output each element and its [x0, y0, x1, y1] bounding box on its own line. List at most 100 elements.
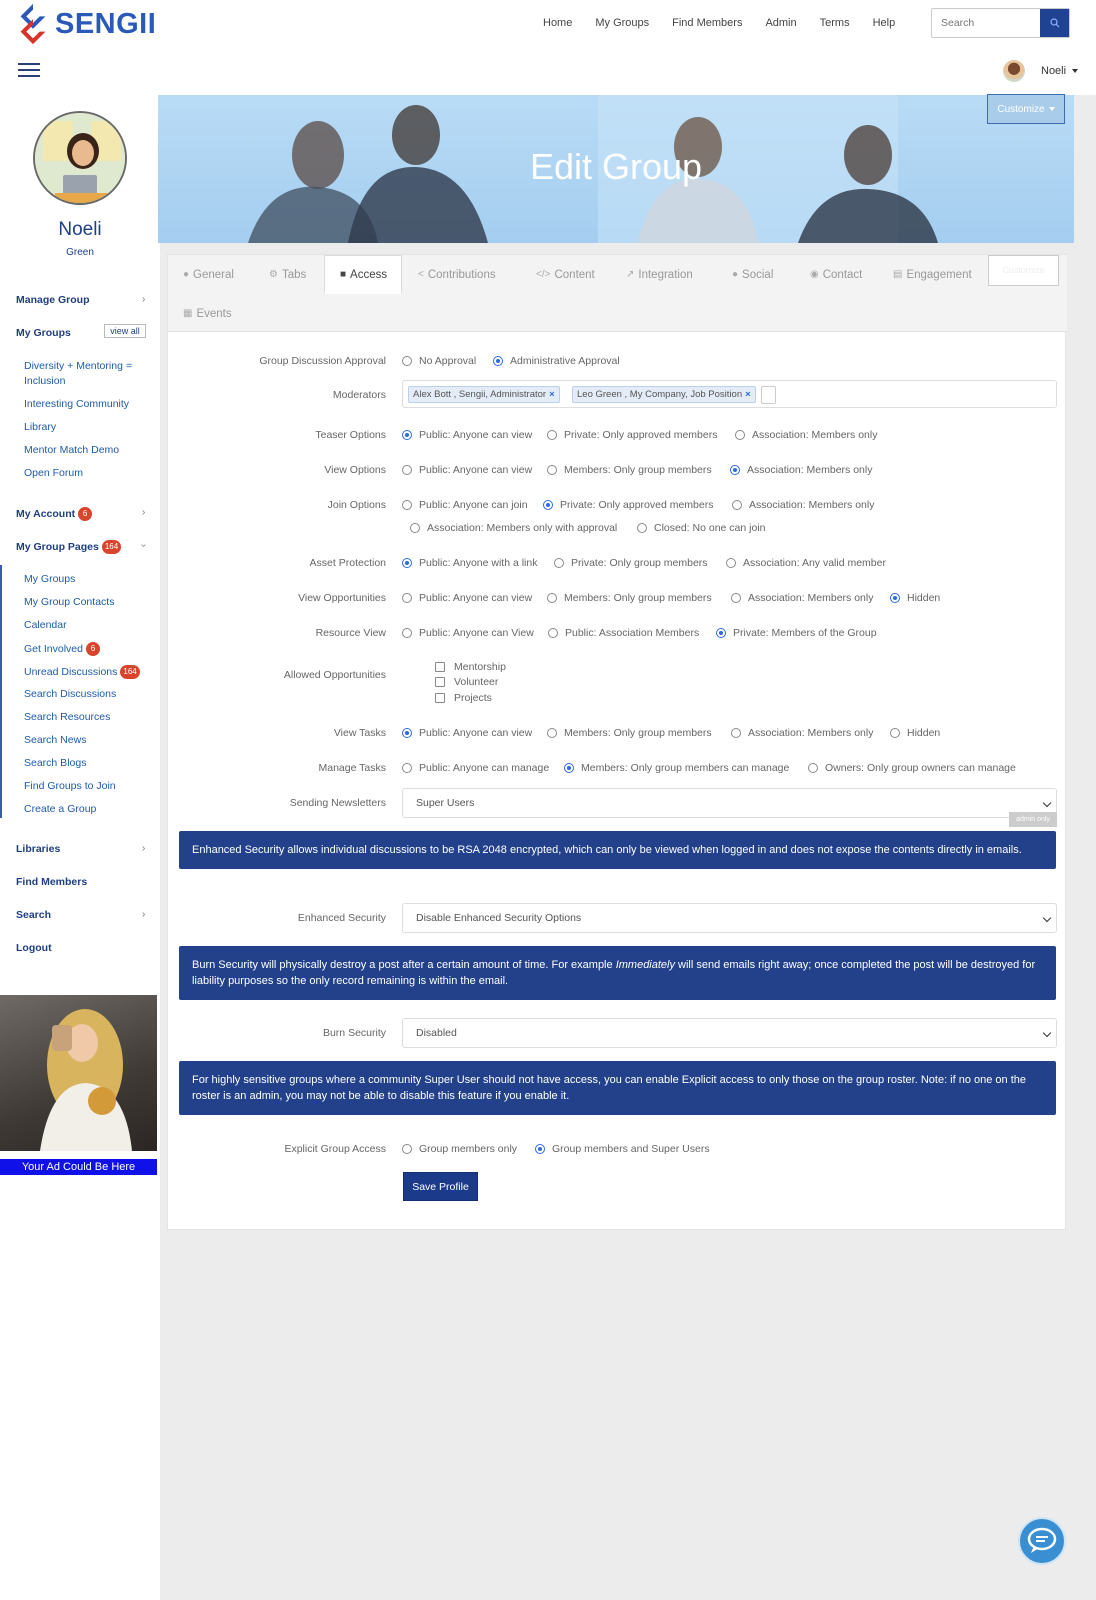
profile-avatar[interactable]	[33, 111, 127, 205]
moderator-tag[interactable]: Alex Bott , Sengii, Administrator ×	[408, 386, 560, 403]
radio-opp-association[interactable]: Association: Members only	[731, 592, 873, 604]
logo[interactable]: SENGII	[16, 2, 156, 46]
enhanced-security-select[interactable]: Disable Enhanced Security Options	[402, 903, 1057, 933]
nav-help[interactable]: Help	[873, 17, 896, 29]
sidebar-page-my-group-contacts[interactable]: My Group Contacts	[24, 596, 114, 608]
nav-find-members[interactable]: Find Members	[672, 17, 742, 29]
nav-terms[interactable]: Terms	[820, 17, 850, 29]
sidebar-logout[interactable]: Logout	[16, 942, 52, 954]
sidebar-my-groups[interactable]: My Groups	[16, 327, 71, 339]
radio-resource-private[interactable]: Private: Members of the Group	[716, 627, 877, 639]
moderator-search-field[interactable]	[761, 386, 776, 404]
radio-tasks-hidden[interactable]: Hidden	[890, 727, 940, 739]
tab-events[interactable]: ▦ Events	[183, 294, 232, 333]
burn-security-select[interactable]: Disabled	[402, 1018, 1057, 1048]
radio-asset-association[interactable]: Association: Any valid member	[726, 557, 886, 569]
sidebar-my-account[interactable]: My Account 6	[16, 507, 93, 521]
sidebar-manage-group[interactable]: Manage Group	[16, 294, 90, 306]
radio-join-private[interactable]: Private: Only approved members	[543, 499, 713, 511]
tab-tabs[interactable]: ⚙ Tabs	[269, 255, 306, 294]
user-menu[interactable]: Noeli	[1003, 60, 1079, 82]
newsletters-select[interactable]: Super Users	[402, 788, 1057, 818]
radio-resource-association[interactable]: Public: Association Members	[548, 627, 699, 639]
tab-engagement[interactable]: ▤ Engagement	[893, 255, 972, 294]
radio-opp-hidden[interactable]: Hidden	[890, 592, 940, 604]
radio-join-association-approval[interactable]: Association: Members only with approval	[410, 522, 617, 534]
sidebar-libraries[interactable]: Libraries	[16, 843, 60, 855]
ad-caption[interactable]: Your Ad Could Be Here	[0, 1159, 157, 1175]
sidebar-my-account-label: My Account	[16, 507, 76, 520]
sidebar-group-item[interactable]: Diversity + Mentoring =	[24, 360, 132, 372]
radio-opp-public[interactable]: Public: Anyone can view	[402, 592, 532, 604]
radio-join-public[interactable]: Public: Anyone can join	[402, 499, 528, 511]
moderator-tag[interactable]: Leo Green , My Company, Job Position ×	[572, 386, 756, 403]
radio-teaser-association[interactable]: Association: Members only	[735, 429, 877, 441]
radio-explicit-members[interactable]: Group members only	[402, 1143, 517, 1155]
sidebar-group-item[interactable]: Inclusion	[24, 375, 65, 387]
sidebar-page-search-blogs[interactable]: Search Blogs	[24, 757, 86, 769]
sidebar-my-group-pages[interactable]: My Group Pages 164	[16, 540, 122, 554]
radio-view-members[interactable]: Members: Only group members	[547, 464, 712, 476]
checkbox-projects[interactable]: Projects	[435, 692, 492, 704]
sidebar-find-members[interactable]: Find Members	[16, 876, 87, 888]
nav-home[interactable]: Home	[543, 17, 572, 29]
radio-manage-public[interactable]: Public: Anyone can manage	[402, 762, 549, 774]
sidebar-page-calendar[interactable]: Calendar	[24, 619, 67, 631]
radio-resource-public[interactable]: Public: Anyone can View	[402, 627, 534, 639]
sidebar-page-unread-discussions[interactable]: Unread Discussions 164	[24, 665, 140, 679]
sidebar-page-search-discussions[interactable]: Search Discussions	[24, 688, 116, 700]
remove-tag-icon[interactable]: ×	[745, 389, 751, 400]
radio-tasks-public[interactable]: Public: Anyone can view	[402, 727, 532, 739]
radio-manage-members[interactable]: Members: Only group members can manage	[564, 762, 789, 774]
radio-join-association[interactable]: Association: Members only	[732, 499, 874, 511]
view-all-button[interactable]: view all	[104, 324, 146, 338]
save-profile-button[interactable]: Save Profile	[403, 1172, 478, 1201]
radio-no-approval[interactable]: No Approval	[402, 355, 476, 367]
radio-manage-owners[interactable]: Owners: Only group owners can manage	[808, 762, 1016, 774]
manage-tasks-label: Manage Tasks	[318, 762, 386, 774]
radio-tasks-association[interactable]: Association: Members only	[731, 727, 873, 739]
radio-view-public[interactable]: Public: Anyone can view	[402, 464, 532, 476]
checkbox-volunteer[interactable]: Volunteer	[435, 676, 498, 688]
sidebar-page-find-groups[interactable]: Find Groups to Join	[24, 780, 116, 792]
sidebar-search[interactable]: Search	[16, 909, 51, 921]
radio-asset-private[interactable]: Private: Only group members	[554, 557, 708, 569]
tab-social[interactable]: ● Social	[732, 255, 773, 294]
radio-asset-public[interactable]: Public: Anyone with a link	[402, 557, 537, 569]
sidebar-group-item[interactable]: Interesting Community	[24, 398, 129, 410]
tab-content[interactable]: </> Content	[536, 255, 595, 294]
sidebar-page-search-resources[interactable]: Search Resources	[24, 711, 110, 723]
sidebar-group-item[interactable]: Open Forum	[24, 467, 83, 479]
radio-teaser-private[interactable]: Private: Only approved members	[547, 429, 717, 441]
tab-access[interactable]: ■ Access	[324, 255, 402, 294]
moderators-input[interactable]: Alex Bott , Sengii, Administrator × Leo G…	[402, 380, 1057, 408]
radio-opp-members[interactable]: Members: Only group members	[547, 592, 712, 604]
tab-contributions[interactable]: < Contributions	[418, 255, 496, 294]
search-input[interactable]	[932, 9, 1040, 37]
sidebar-group-item[interactable]: Mentor Match Demo	[24, 444, 119, 456]
sidebar-page-search-news[interactable]: Search News	[24, 734, 86, 746]
radio-join-closed[interactable]: Closed: No one can join	[637, 522, 766, 534]
nav-admin[interactable]: Admin	[765, 17, 796, 29]
radio-teaser-public[interactable]: Public: Anyone can view	[402, 429, 532, 441]
hamburger-menu-icon[interactable]	[18, 63, 40, 77]
checkbox-mentorship[interactable]: Mentorship	[435, 661, 506, 673]
tab-integration[interactable]: ↗ Integration	[626, 255, 693, 294]
sidebar-page-get-involved[interactable]: Get Involved 6	[24, 642, 100, 656]
tabs-customize-button[interactable]: Customize	[988, 255, 1059, 286]
tab-general[interactable]: ● General	[183, 255, 234, 294]
search-button[interactable]	[1040, 9, 1069, 37]
sidebar-group-item[interactable]: Library	[24, 421, 56, 433]
nav-my-groups[interactable]: My Groups	[595, 17, 649, 29]
remove-tag-icon[interactable]: ×	[549, 389, 555, 400]
customize-button[interactable]: Customize	[987, 94, 1065, 124]
chat-button[interactable]	[1018, 1517, 1066, 1565]
sidebar-page-create-group[interactable]: Create a Group	[24, 803, 96, 815]
tab-contact[interactable]: ◉ Contact	[810, 255, 862, 294]
radio-tasks-members[interactable]: Members: Only group members	[547, 727, 712, 739]
radio-explicit-superusers[interactable]: Group members and Super Users	[535, 1143, 710, 1155]
radio-view-association[interactable]: Association: Members only	[730, 464, 872, 476]
sidebar-page-my-groups[interactable]: My Groups	[24, 573, 75, 585]
ad-image[interactable]	[0, 995, 157, 1151]
radio-admin-approval[interactable]: Administrative Approval	[493, 355, 620, 367]
